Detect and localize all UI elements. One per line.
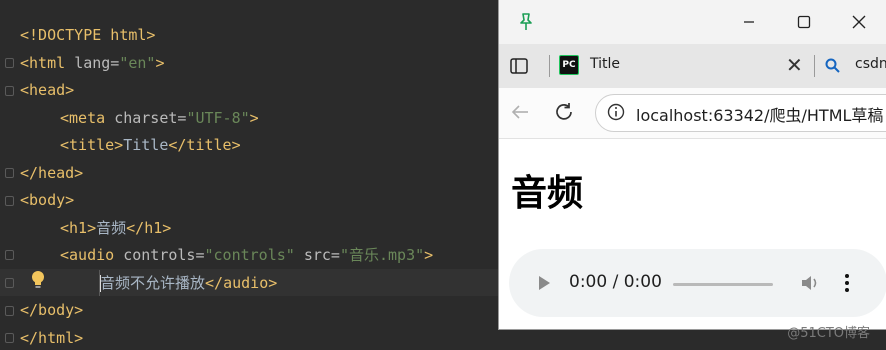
fold-marker[interactable] — [5, 168, 14, 178]
tab-title[interactable]: Title — [590, 56, 620, 72]
minimize-icon[interactable] — [739, 12, 759, 32]
watermark: @51CTO博客 — [787, 326, 870, 341]
fold-marker[interactable] — [5, 333, 14, 343]
address-text[interactable]: localhost:63342/爬虫/HTML草稿 — [636, 102, 883, 126]
code-line-12: </html> — [20, 329, 84, 347]
reload-icon[interactable] — [553, 101, 575, 123]
code-line-8: <h1>音频</h1> — [60, 219, 172, 237]
title-bar — [499, 0, 886, 44]
fold-marker[interactable] — [5, 196, 14, 206]
back-arrow-icon[interactable] — [509, 101, 531, 123]
code-line-7: <body> — [20, 191, 75, 209]
fold-marker[interactable] — [5, 58, 14, 68]
code-line-6: </head> — [20, 164, 84, 182]
browser-window[interactable]: PC Title ✕ csdn localhost:63342/爬虫/HTML草… — [498, 0, 886, 330]
tab-close-icon[interactable]: ✕ — [786, 53, 803, 77]
code-line-3: <head> — [20, 81, 75, 99]
code-line-2: <html lang="en"> — [20, 54, 165, 72]
close-window-icon[interactable] — [849, 12, 869, 32]
second-tab-title[interactable]: csdn — [855, 56, 886, 72]
fold-marker[interactable] — [5, 306, 14, 316]
sidebar-toggle-icon[interactable] — [509, 56, 529, 76]
pycharm-favicon-icon: PC — [559, 55, 579, 75]
tab-separator — [814, 55, 815, 77]
pin-icon[interactable] — [515, 11, 537, 33]
fold-marker[interactable] — [5, 250, 14, 260]
code-line-5: <title>Title</title> — [60, 136, 241, 154]
code-line-10: 音频不允许播放</audio> — [100, 274, 278, 292]
volume-icon[interactable] — [799, 272, 821, 294]
maximize-icon[interactable] — [794, 12, 814, 32]
code-line-11: </body> — [20, 301, 84, 319]
audio-progress-bar[interactable] — [673, 283, 773, 286]
code-line-4: <meta charset="UTF-8"> — [60, 109, 259, 127]
code-line-1: <!DOCTYPE html> — [20, 26, 156, 44]
page-heading: 音频 — [511, 173, 584, 214]
fold-marker[interactable] — [5, 278, 14, 288]
code-line-9: <audio controls="controls" src="音乐.mp3"> — [60, 246, 434, 264]
fold-marker[interactable] — [5, 86, 14, 96]
tab-separator — [549, 55, 550, 77]
info-icon[interactable] — [606, 102, 626, 122]
more-options-icon[interactable] — [843, 272, 851, 294]
audio-time-display: 0:00 / 0:00 — [569, 272, 662, 292]
lightbulb-icon[interactable] — [30, 270, 46, 290]
search-icon — [825, 58, 840, 73]
play-icon[interactable] — [535, 274, 553, 292]
